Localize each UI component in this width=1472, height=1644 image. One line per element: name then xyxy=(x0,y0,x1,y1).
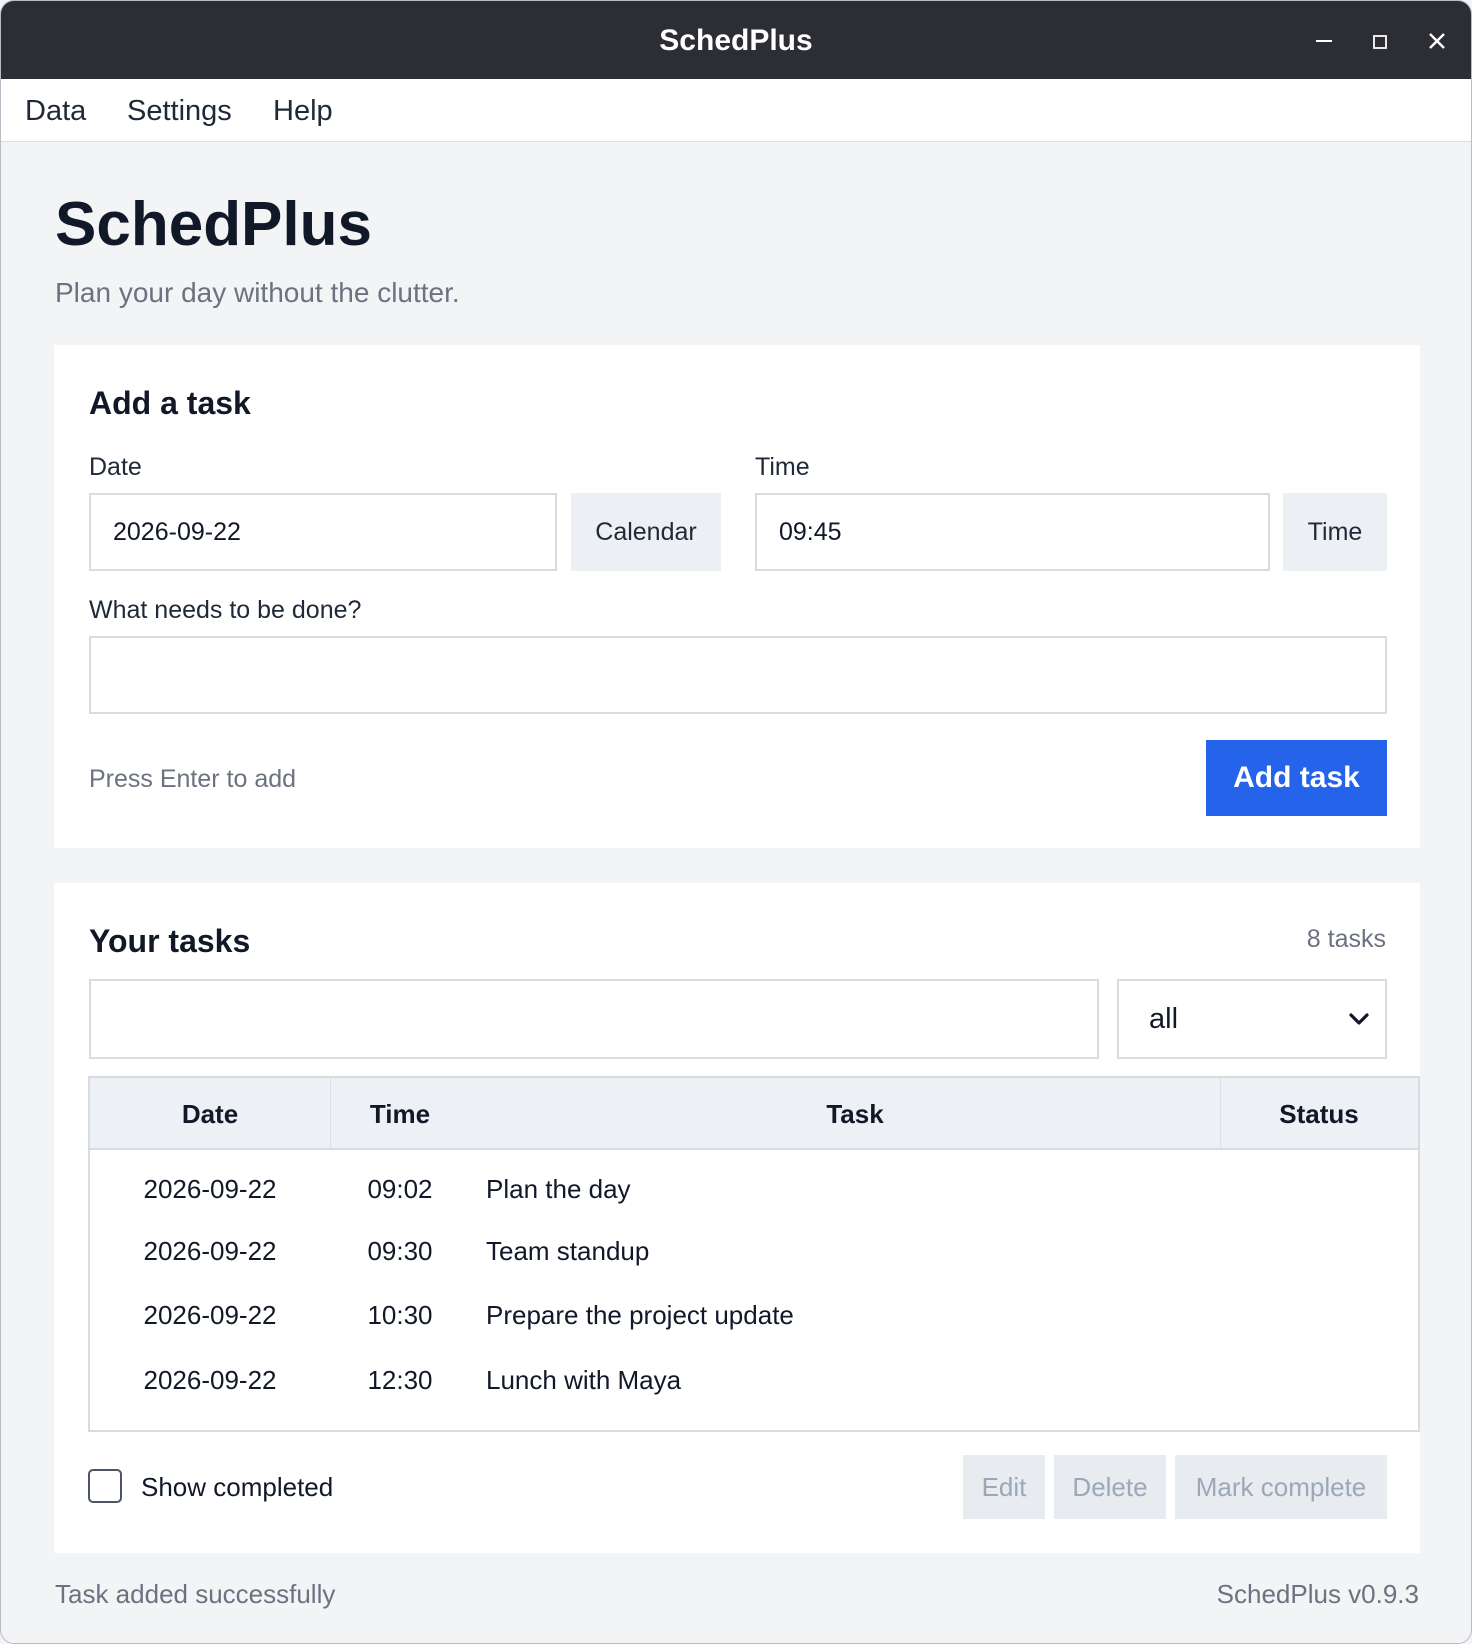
menu-item-settings[interactable]: Settings xyxy=(127,79,232,141)
cell-time: 09:02 xyxy=(367,1174,433,1204)
column-header-status[interactable]: Status xyxy=(1220,1078,1418,1148)
close-icon xyxy=(1429,33,1445,49)
add-task-button[interactable]: Add task xyxy=(1206,740,1387,816)
tasks-heading: Your tasks xyxy=(89,923,251,959)
close-button[interactable] xyxy=(1413,19,1461,63)
cell-date: 2026-09-22 xyxy=(143,1365,277,1395)
time-label: Time xyxy=(755,453,810,481)
table-row[interactable]: 2026-09-22 09:02 Plan the day xyxy=(90,1158,1418,1220)
chevron-down-icon xyxy=(1349,1013,1369,1025)
table-row[interactable]: 2026-09-22 10:30 Prepare the project upd… xyxy=(90,1284,1418,1346)
cell-time: 10:30 xyxy=(367,1300,433,1330)
maximize-button[interactable] xyxy=(1356,19,1404,63)
cell-task: Plan the day xyxy=(486,1174,631,1204)
cell-status xyxy=(1220,1220,1418,1282)
add-task-card: Add a task Date Calendar Time Time What … xyxy=(54,345,1420,848)
cell-time: 09:30 xyxy=(367,1236,433,1266)
tasks-table: Date Time Task Status 2026-09-22 09:02 P… xyxy=(88,1076,1420,1432)
cell-task: Prepare the project update xyxy=(486,1300,794,1330)
app-window: SchedPlus Data Settings Help SchedPlus P… xyxy=(0,0,1472,1644)
title-bar[interactable]: SchedPlus xyxy=(1,1,1471,79)
task-search-input[interactable] xyxy=(89,979,1099,1059)
column-header-task[interactable]: Task xyxy=(470,1078,1240,1148)
mark-complete-button[interactable]: Mark complete xyxy=(1175,1455,1387,1519)
cell-date: 2026-09-22 xyxy=(143,1236,277,1266)
window-title: SchedPlus xyxy=(659,24,813,57)
cell-task: Lunch with Maya xyxy=(486,1365,682,1395)
column-header-time[interactable]: Time xyxy=(330,1078,470,1148)
cell-status xyxy=(1220,1284,1418,1346)
status-message: Task added successfully xyxy=(55,1579,336,1609)
task-count-badge: 8 tasks xyxy=(1306,925,1386,953)
maximize-icon xyxy=(1373,35,1387,49)
tasks-card: Your tasks 8 tasks all Date Time Task St… xyxy=(54,883,1420,1553)
calendar-button[interactable]: Calendar xyxy=(571,493,721,571)
date-label: Date xyxy=(89,453,142,481)
add-task-heading: Add a task xyxy=(89,385,251,421)
menu-item-help[interactable]: Help xyxy=(273,79,333,141)
menu-bar: Data Settings Help xyxy=(1,79,1471,142)
page-title: SchedPlus xyxy=(55,190,372,259)
cell-task: Team standup xyxy=(486,1236,650,1266)
time-picker-button[interactable]: Time xyxy=(1283,493,1387,571)
status-filter-value: all xyxy=(1149,1003,1179,1035)
table-row[interactable]: 2026-09-22 12:30 Lunch with Maya xyxy=(90,1349,1418,1411)
show-completed-checkbox[interactable] xyxy=(88,1469,122,1503)
time-input[interactable] xyxy=(755,493,1270,571)
date-input[interactable] xyxy=(89,493,557,571)
minimize-button[interactable] xyxy=(1300,19,1348,63)
status-filter-select[interactable]: all xyxy=(1117,979,1387,1059)
task-description-input[interactable] xyxy=(89,636,1387,714)
table-row[interactable]: 2026-09-22 09:30 Team standup xyxy=(90,1220,1418,1282)
menu-item-data[interactable]: Data xyxy=(25,79,86,141)
column-header-date[interactable]: Date xyxy=(90,1078,330,1148)
task-description-label: What needs to be done? xyxy=(89,596,362,624)
edit-button[interactable]: Edit xyxy=(963,1455,1045,1519)
cell-status xyxy=(1220,1158,1418,1220)
page-subtitle: Plan your day without the clutter. xyxy=(55,277,460,308)
enter-hint: Press Enter to add xyxy=(89,765,297,793)
minimize-icon xyxy=(1316,40,1332,42)
show-completed-label[interactable]: Show completed xyxy=(141,1469,333,1505)
cell-date: 2026-09-22 xyxy=(143,1300,277,1330)
cell-time: 12:30 xyxy=(367,1365,433,1395)
cell-status xyxy=(1220,1349,1418,1411)
table-header: Date Time Task Status xyxy=(90,1078,1418,1150)
delete-button[interactable]: Delete xyxy=(1054,1455,1166,1519)
cell-date: 2026-09-22 xyxy=(143,1174,277,1204)
app-version: SchedPlus v0.9.3 xyxy=(1216,1579,1419,1609)
